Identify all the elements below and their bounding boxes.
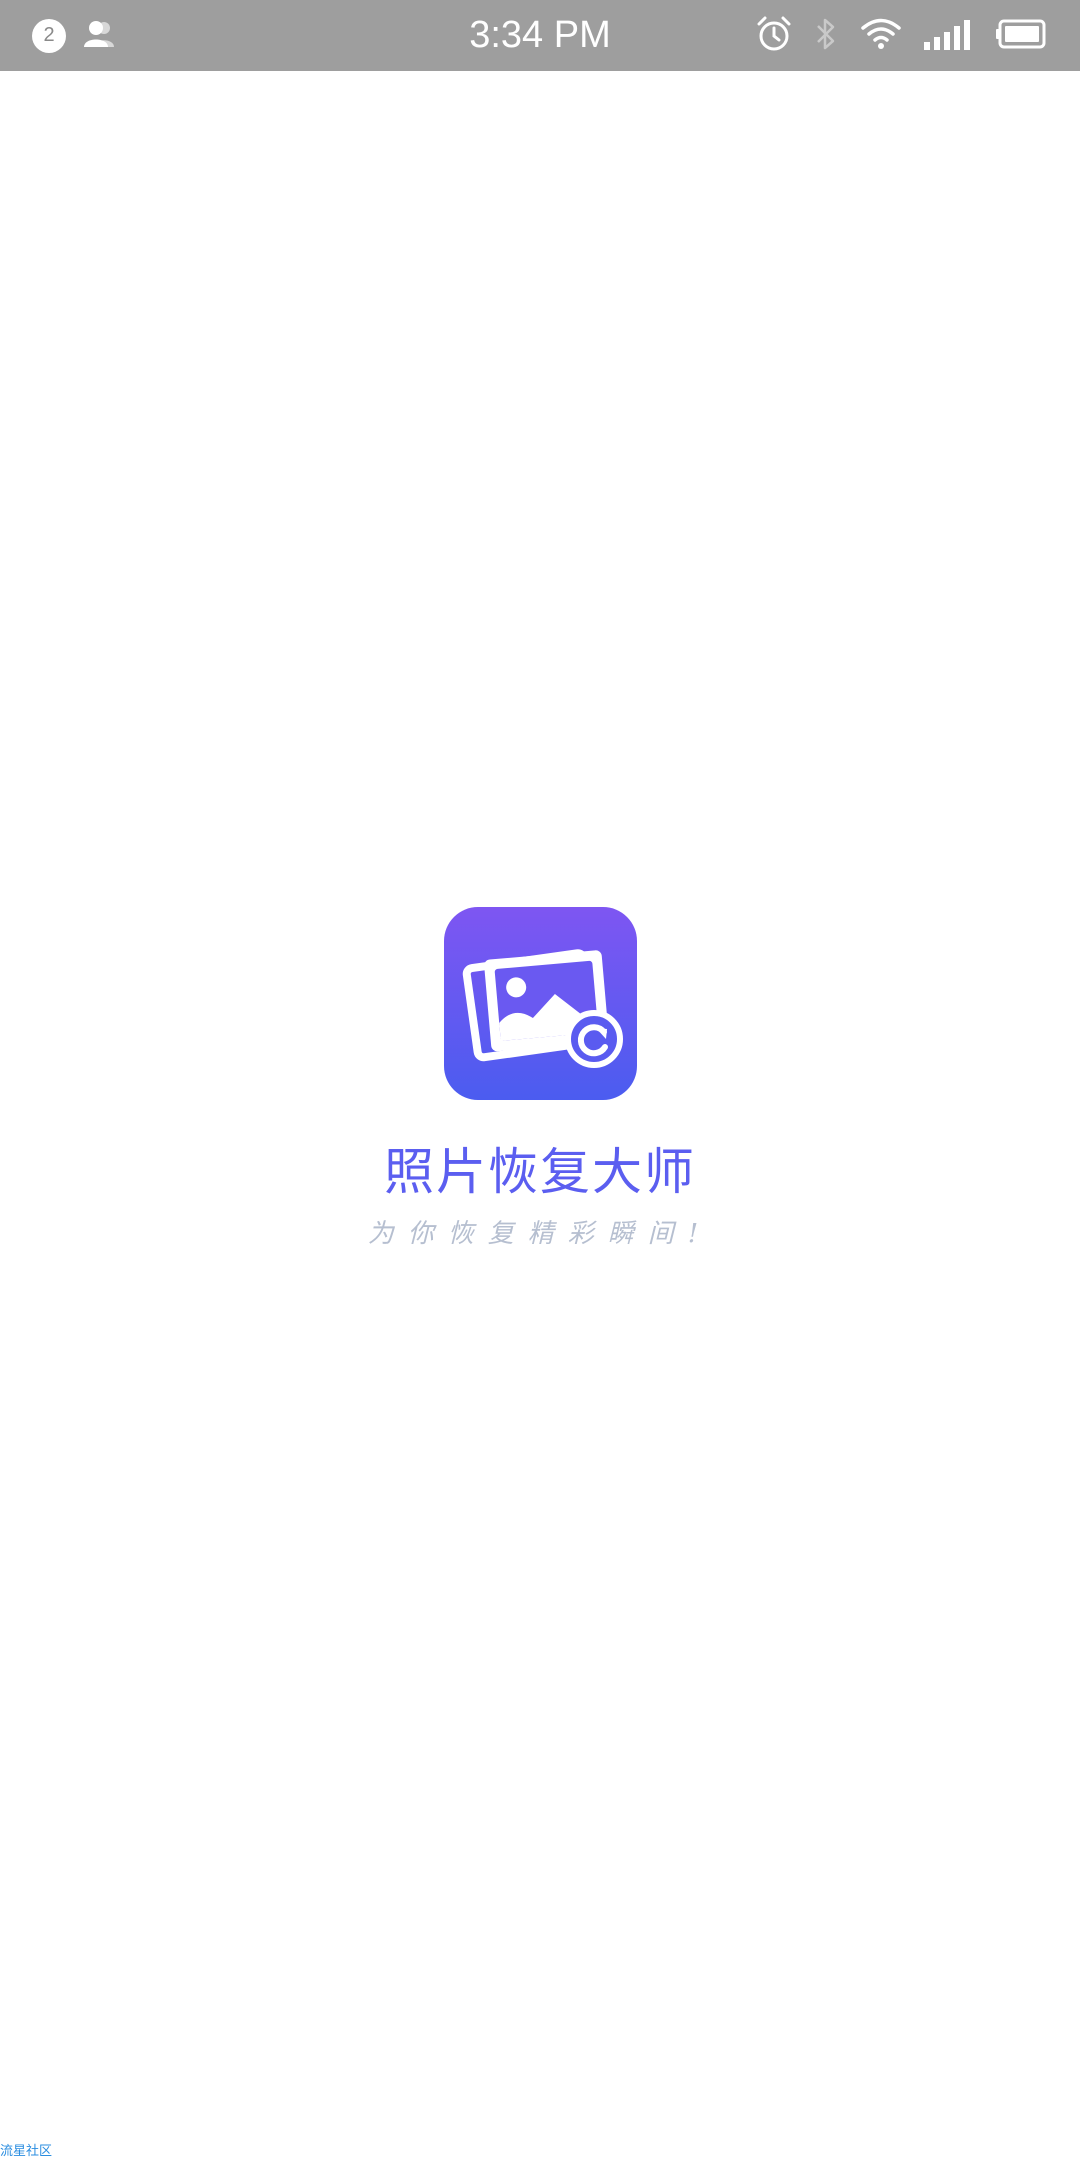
status-bar: 2 3:34 PM <box>0 0 1080 71</box>
watermark-text: 流星社区 <box>0 2144 53 2159</box>
bluetooth-icon <box>814 15 838 57</box>
app-slogan: 为你恢复精彩瞬间! <box>367 1219 713 1249</box>
notification-count-badge: 2 <box>32 18 66 53</box>
app-name: 照片恢复大师 <box>384 1143 696 1201</box>
status-bar-left: 2 <box>32 0 122 71</box>
contacts-icon <box>82 19 122 53</box>
alarm-icon <box>756 15 792 57</box>
splash-screen: 2 3:34 PM 照片恢复大师 为你恢复精彩瞬间! 流星社区 <box>0 0 1080 2160</box>
signal-icon <box>924 18 974 54</box>
photo-restore-app-icon <box>443 907 637 1100</box>
splash-branding: 照片恢复大师 为你恢复精彩瞬间! <box>0 907 1080 1252</box>
status-bar-right <box>756 0 1048 71</box>
wifi-icon <box>860 17 902 55</box>
battery-icon <box>996 19 1048 53</box>
